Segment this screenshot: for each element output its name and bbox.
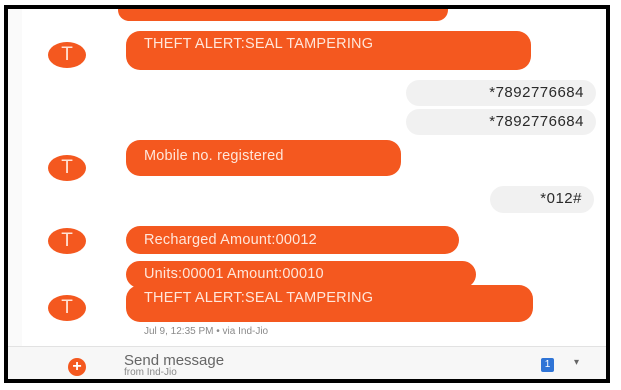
message-text: *012# xyxy=(540,190,582,207)
plus-icon: + xyxy=(72,358,82,375)
sender-avatar[interactable]: T xyxy=(48,228,86,254)
sim-source-label: from Ind-Jio xyxy=(124,367,177,378)
message-text: *7892776684 xyxy=(489,84,584,101)
message-timestamp: Jul 9, 12:35 PM • via Ind-Jio xyxy=(144,326,269,337)
message-bubble[interactable]: Units:00001 Amount:00010 xyxy=(126,261,476,288)
sender-avatar[interactable]: T xyxy=(48,155,86,181)
message-text: Units:00001 Amount:00010 xyxy=(144,266,324,282)
message-bubble[interactable]: Recharged Amount:00012 xyxy=(126,226,459,254)
message-text: Recharged Amount:00012 xyxy=(144,232,317,248)
message-text: THEFT ALERT:SEAL TAMPERING xyxy=(144,36,374,52)
conversation-frame: T THEFT ALERT:SEAL TAMPERING *7892776684… xyxy=(4,5,610,383)
message-text: Mobile no. registered xyxy=(144,148,284,164)
message-bubble[interactable]: Mobile no. registered xyxy=(126,140,401,176)
sender-avatar[interactable]: T xyxy=(48,42,86,68)
message-text: THEFT ALERT:SEAL TAMPERING xyxy=(144,290,374,306)
clipped-previous-bubble[interactable] xyxy=(118,9,448,21)
outgoing-message-bubble[interactable]: *012# xyxy=(490,186,594,213)
add-attachment-button[interactable]: + xyxy=(68,358,86,376)
outgoing-message-bubble[interactable]: *7892776684 xyxy=(406,80,596,106)
message-text: *7892776684 xyxy=(489,113,584,130)
sender-avatar[interactable]: T xyxy=(48,295,86,321)
compose-bar: + Send message from Ind-Jio 1 ▾ xyxy=(8,346,606,379)
left-edge xyxy=(8,9,22,346)
outgoing-message-bubble[interactable]: *7892776684 xyxy=(406,109,596,135)
message-bubble[interactable]: THEFT ALERT:SEAL TAMPERING xyxy=(126,285,533,322)
chevron-down-icon[interactable]: ▾ xyxy=(574,357,579,368)
message-bubble[interactable]: THEFT ALERT:SEAL TAMPERING xyxy=(126,31,531,70)
sim-card-icon[interactable]: 1 xyxy=(541,358,554,372)
